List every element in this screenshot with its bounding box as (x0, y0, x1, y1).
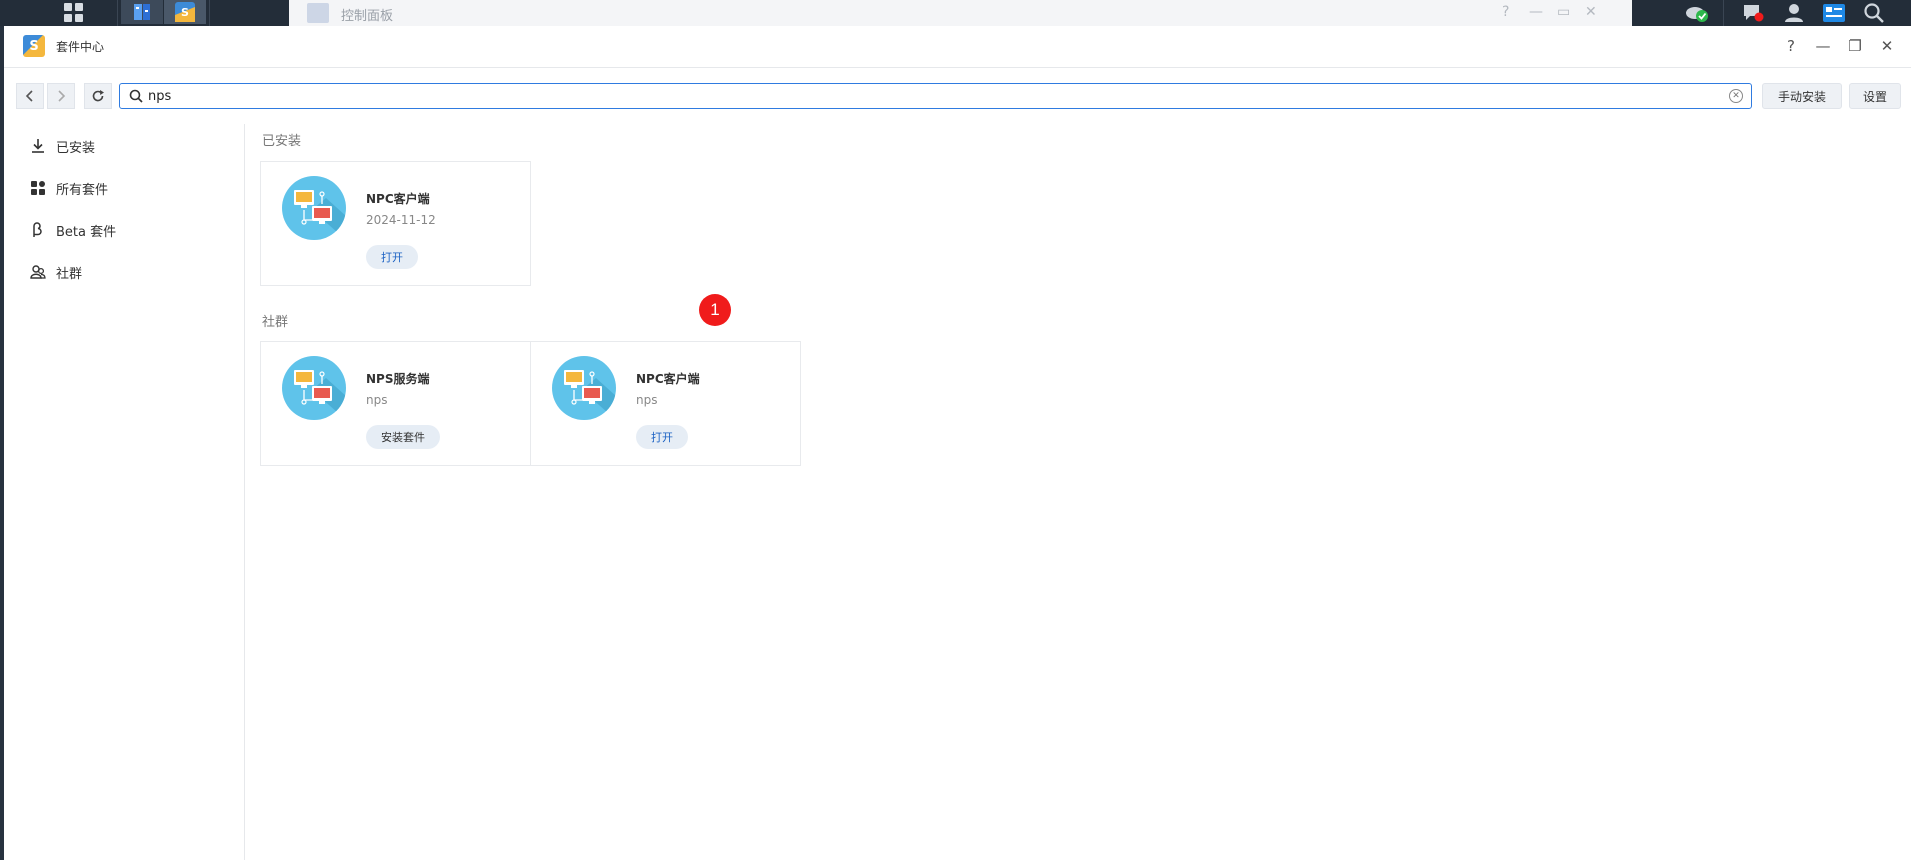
chevron-left-icon (25, 90, 33, 102)
tray-search[interactable] (1856, 0, 1892, 26)
close-button[interactable]: ✕ (1877, 36, 1897, 56)
community-section-title: 社群 (262, 315, 289, 330)
help-button[interactable]: ? (1781, 36, 1801, 56)
package-name: NPC客户端 (366, 192, 430, 206)
taskbar-separator (1723, 0, 1724, 26)
search-input[interactable] (148, 85, 1708, 107)
sidebar-item-label: 社群 (56, 266, 83, 282)
sidebar-item-label: Beta 套件 (56, 224, 117, 240)
open-button[interactable]: 打开 (636, 425, 688, 449)
user-icon (1785, 4, 1803, 22)
tray-notifications[interactable] (1736, 0, 1772, 26)
grid-icon (30, 180, 46, 196)
minimize-icon[interactable]: — (1529, 4, 1543, 20)
package-name: NPS服务端 (366, 372, 430, 386)
chevron-right-icon (58, 90, 66, 102)
background-window-control-panel[interactable]: 控制面板 ? — ▭ ✕ (289, 0, 1632, 27)
refresh-icon (92, 90, 104, 102)
manual-install-button[interactable]: 手动安装 (1762, 83, 1842, 109)
forward-button[interactable] (47, 83, 75, 109)
package-publisher: nps (366, 393, 388, 407)
minimize-button[interactable]: — (1813, 36, 1833, 56)
svg-text:S: S (181, 6, 189, 19)
tray-widgets[interactable] (1816, 0, 1852, 26)
settings-button[interactable]: 设置 (1849, 83, 1901, 109)
package-center-logo-icon: S (23, 35, 45, 57)
installed-section-title: 已安装 (262, 134, 302, 149)
beta-icon (30, 222, 46, 238)
package-card-npc-client[interactable]: NPC客户端 nps 打开 (530, 341, 801, 466)
main-menu-icon (63, 2, 83, 22)
open-button[interactable]: 打开 (366, 245, 418, 269)
help-icon[interactable]: ? (1502, 4, 1509, 20)
search-icon (129, 89, 143, 103)
sidebar: 已安装 所有套件 Beta 套件 社群 (4, 124, 245, 860)
refresh-button[interactable] (84, 83, 112, 109)
search-box[interactable]: ✕ (119, 83, 1752, 109)
sidebar-item-beta[interactable]: Beta 套件 (30, 219, 116, 241)
package-install-date: 2024-11-12 (366, 213, 436, 227)
sidebar-item-label: 所有套件 (56, 182, 109, 198)
background-window-title: 控制面板 (341, 9, 394, 24)
cloud-check-icon (1686, 7, 1708, 22)
desktop-taskbar: S 控制面板 ? — ▭ ✕ (0, 0, 1911, 27)
sidebar-item-installed[interactable]: 已安装 (30, 135, 95, 157)
sidebar-item-label: 已安装 (56, 140, 96, 156)
restore-button[interactable]: ❐ (1845, 36, 1865, 56)
control-panel-icon (134, 4, 150, 20)
network-package-icon (282, 356, 346, 420)
taskbar-app-package-center[interactable]: S (164, 0, 206, 24)
taskbar-app-control-panel[interactable] (121, 0, 163, 24)
taskbar-separator (117, 0, 118, 26)
search-icon (1864, 3, 1884, 23)
toolbar: ✕ 手动安装 设置 (4, 68, 1911, 112)
sidebar-item-all-packages[interactable]: 所有套件 (30, 177, 108, 199)
package-card-npc-installed[interactable]: NPC客户端 2024-11-12 打开 (260, 161, 531, 286)
sidebar-item-community[interactable]: 社群 (30, 261, 82, 283)
package-center-window: S 套件中心 ? — ❐ ✕ ✕ 手动安装 设置 (4, 26, 1911, 860)
window-titlebar[interactable]: S 套件中心 ? — ❐ ✕ (4, 26, 1911, 68)
install-package-button[interactable]: 安装套件 (366, 425, 440, 449)
maximize-icon[interactable]: ▭ (1557, 4, 1570, 20)
chat-bubble-icon (1744, 5, 1764, 22)
network-package-icon (282, 176, 346, 240)
taskbar-separator (209, 0, 210, 26)
close-icon[interactable]: ✕ (1585, 4, 1597, 20)
community-icon (30, 264, 46, 280)
clear-search-icon[interactable]: ✕ (1729, 89, 1743, 103)
package-publisher: nps (636, 393, 658, 407)
package-center-icon: S (175, 2, 195, 22)
back-button[interactable] (16, 83, 44, 109)
widgets-icon (1823, 4, 1845, 22)
tray-cloud-sync[interactable] (1680, 0, 1716, 26)
window-title: 套件中心 (56, 40, 105, 54)
package-name: NPC客户端 (636, 372, 700, 386)
tray-user[interactable] (1776, 0, 1812, 26)
network-package-icon (552, 356, 616, 420)
main-menu-button[interactable] (56, 0, 90, 24)
package-card-nps-server[interactable]: NPS服务端 nps 安装套件 (260, 341, 531, 466)
step-marker-badge: 1 (699, 294, 731, 326)
control-panel-icon (307, 3, 329, 23)
download-icon (30, 138, 46, 154)
